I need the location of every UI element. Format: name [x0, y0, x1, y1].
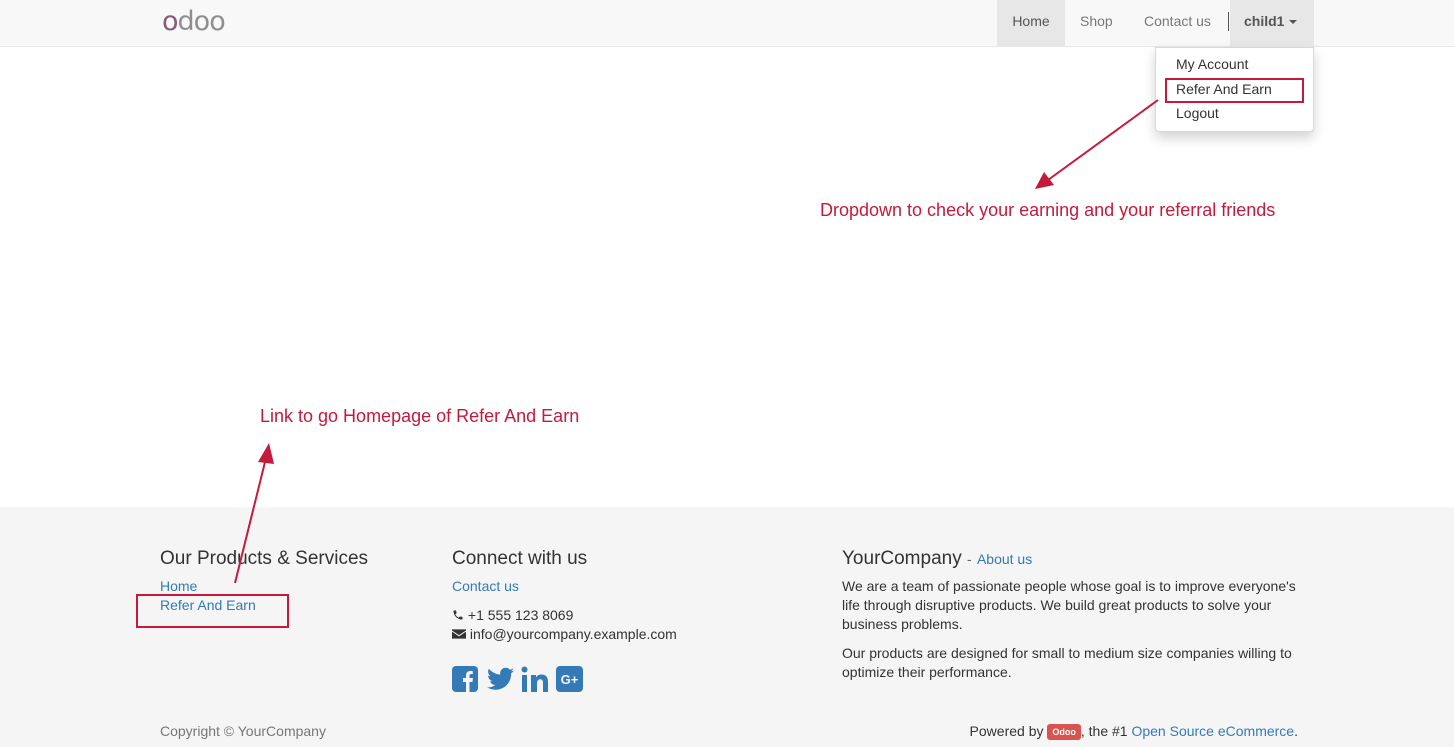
arrow-link-head	[258, 443, 274, 464]
nav-shop[interactable]: Shop	[1080, 0, 1113, 46]
top-navbar: odoo Home Shop Contact us child1	[0, 0, 1454, 47]
footer-products-heading: Our Products & Services	[160, 548, 369, 569]
twitter-icon[interactable]	[487, 667, 514, 691]
arrow-dropdown-line	[1047, 99, 1159, 181]
company-name: YourCompany	[842, 548, 962, 569]
nav-home[interactable]: Home	[997, 0, 1065, 46]
envelope-icon	[452, 629, 466, 639]
company-description-2: Our products are designed for small to m…	[842, 645, 1292, 680]
annotation-link: Link to go Homepage of Refer And Earn	[260, 406, 580, 426]
footer-link-contact-us[interactable]: Contact us	[452, 578, 519, 594]
copyright-text: Copyright © YourCompany	[160, 723, 326, 739]
footer-phone: +1 555 123 8069	[452, 607, 573, 623]
highlight-box-footer-link	[136, 594, 289, 628]
footer-link-home[interactable]: Home	[160, 578, 197, 594]
menu-item-my-account[interactable]: My Account	[1176, 56, 1248, 72]
powered-suffix: .	[1294, 723, 1298, 739]
company-description-1: We are a team of passionate people whose…	[842, 578, 1296, 632]
open-source-ecommerce-link[interactable]: Open Source eCommerce	[1131, 723, 1294, 739]
powered-by: Powered by Odoo, the #1 Open Source eCom…	[970, 723, 1298, 740]
footer-email: info@yourcompany.example.com	[452, 626, 677, 642]
nav-contact-us[interactable]: Contact us	[1144, 0, 1211, 46]
odoo-logo[interactable]: odoo	[162, 6, 226, 37]
heading-dash: -	[967, 551, 972, 567]
caret-down-icon	[1289, 20, 1298, 25]
facebook-icon[interactable]	[452, 666, 478, 692]
footer-company-heading: YourCompany - About us	[842, 548, 1032, 570]
email-address: info@yourcompany.example.com	[469, 626, 677, 642]
highlight-box-dropdown	[1165, 78, 1304, 103]
svg-text:G+: G+	[561, 672, 579, 687]
nav-separator	[1228, 12, 1229, 31]
google-plus-icon[interactable]: G+	[556, 666, 583, 692]
powered-prefix: Powered by	[969, 723, 1044, 739]
user-name: child1	[1244, 13, 1285, 29]
powered-middle: , the #1	[1080, 723, 1128, 739]
phone-number: +1 555 123 8069	[467, 607, 574, 623]
user-menu-toggle[interactable]: child1	[1230, 0, 1314, 46]
about-us-link[interactable]: About us	[977, 551, 1032, 567]
annotation-dropdown: Dropdown to check your earning and your …	[820, 200, 1276, 220]
odoo-badge[interactable]: Odoo	[1047, 724, 1081, 740]
menu-item-logout[interactable]: Logout	[1176, 105, 1219, 121]
phone-icon	[453, 610, 463, 620]
linkedin-icon[interactable]	[521, 666, 549, 692]
arrow-dropdown-head	[1035, 172, 1054, 189]
footer-connect-heading: Connect with us	[452, 548, 588, 569]
